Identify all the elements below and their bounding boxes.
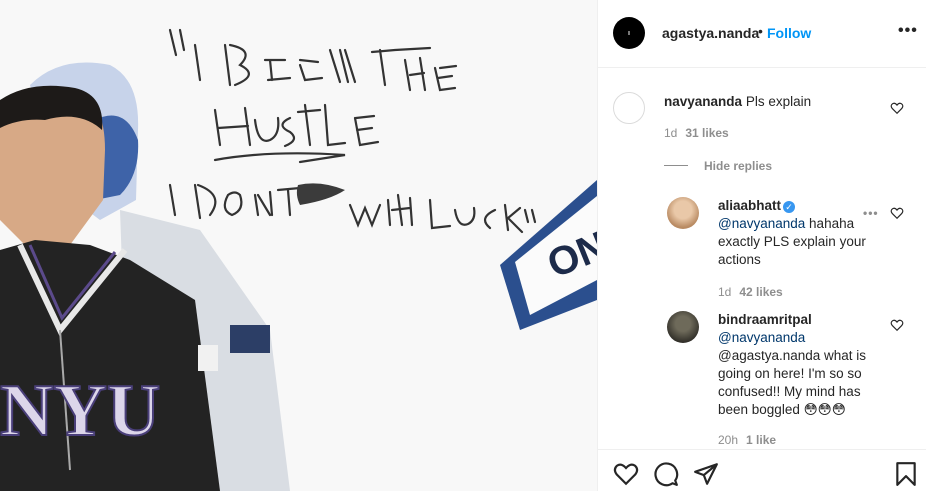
comment-line: going on here! I'm so so — [718, 366, 862, 381]
comment-time[interactable]: 20h — [718, 433, 738, 447]
comment-body: navyananda Pls explain — [664, 93, 811, 111]
author-avatar[interactable] — [613, 17, 645, 49]
comment-meta: 1d 42 likes — [718, 285, 783, 299]
commenter-avatar[interactable] — [667, 197, 699, 229]
post-image-illustration: NYU ON — [0, 0, 597, 491]
more-horizontal-icon[interactable]: ••• — [898, 22, 918, 40]
comment-time[interactable]: 1d — [664, 126, 677, 140]
commenter-username[interactable]: aliaabhatt — [718, 198, 781, 213]
bookmark-icon[interactable] — [893, 461, 919, 487]
replies-divider — [664, 165, 688, 166]
post-actions-bar — [598, 449, 926, 491]
comment-body: aliaabhatt ✓ @navyananda hahaha exactly P… — [718, 197, 878, 269]
comments-list: navyananda Pls explain 1d 31 likes Hide r… — [598, 69, 926, 449]
post-header: agastya.nanda • Follow ••• — [598, 0, 926, 68]
chest-logo-patch — [198, 345, 218, 371]
comment-mention[interactable]: @navyananda — [718, 216, 805, 231]
comment-options-icon[interactable]: ••• — [863, 206, 879, 220]
comment-text: Pls explain — [745, 94, 812, 109]
author-username[interactable]: agastya.nanda — [662, 25, 759, 41]
comment-line: exactly PLS explain your — [718, 234, 866, 249]
comment-meta: 20h 1 like — [718, 433, 776, 447]
post-side-panel: agastya.nanda • Follow ••• navyananda Pl… — [597, 0, 926, 491]
comment-line: actions — [718, 252, 761, 267]
hide-replies-button[interactable]: Hide replies — [704, 159, 772, 173]
verified-badge-icon: ✓ — [783, 201, 796, 213]
comment-icon[interactable] — [653, 461, 679, 487]
send-icon[interactable] — [693, 461, 719, 487]
comment-line: @agastya.nanda what is — [718, 348, 867, 363]
nyu-patch — [230, 325, 270, 353]
comment-line: confused!! My mind has — [718, 384, 861, 399]
commenter-avatar[interactable] — [613, 92, 645, 124]
comment-likes[interactable]: 1 like — [746, 433, 776, 447]
comment-body: bindraamritpal @navyananda @agastya.nand… — [718, 311, 883, 419]
heart-icon[interactable] — [890, 318, 904, 332]
comment-time[interactable]: 1d — [718, 285, 731, 299]
comment-meta: 1d 31 likes — [664, 126, 729, 140]
jacket-text: NYU — [0, 370, 160, 452]
follow-button[interactable]: Follow — [767, 25, 811, 41]
commenter-username[interactable]: navyananda — [664, 94, 742, 109]
heart-icon[interactable] — [890, 206, 904, 220]
commenter-avatar[interactable] — [667, 311, 699, 343]
comment-line: hahaha — [809, 216, 855, 231]
heart-icon[interactable] — [613, 461, 639, 487]
post-image[interactable]: NYU ON — [0, 0, 597, 491]
comment-line: been boggled 😳😳😳 — [718, 402, 846, 417]
commenter-username[interactable]: bindraamritpal — [718, 312, 812, 327]
comment-mention[interactable]: @navyananda — [718, 330, 805, 345]
comment-likes[interactable]: 42 likes — [739, 285, 782, 299]
comment-likes[interactable]: 31 likes — [685, 126, 728, 140]
header-separator: • — [758, 23, 763, 39]
heart-icon[interactable] — [890, 101, 904, 115]
